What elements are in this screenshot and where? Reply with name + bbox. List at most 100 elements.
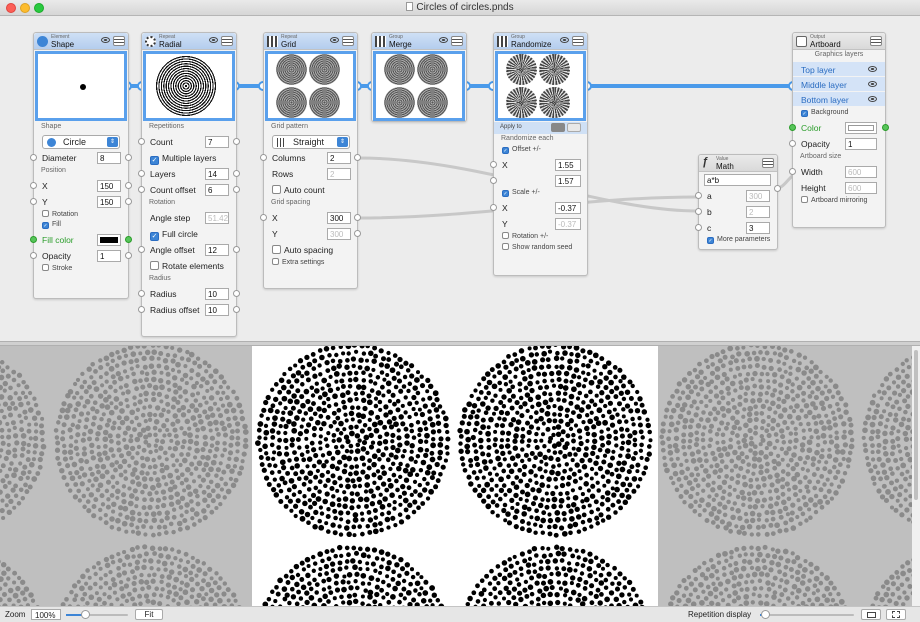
auto-count-checkbox[interactable]: Auto count — [272, 185, 325, 195]
math-node[interactable]: ƒ Value Math a*b a 300 b2 c3 ✓ More parame… — [695, 154, 781, 250]
port-in[interactable] — [30, 252, 37, 259]
count-input[interactable]: 7 — [205, 136, 229, 148]
eye-icon[interactable] — [868, 96, 877, 102]
artboard-mirroring-checkbox[interactable]: Artboard mirroring — [793, 196, 885, 207]
menu-icon[interactable] — [451, 36, 463, 46]
radius-offset-input[interactable]: 10 — [205, 304, 229, 316]
apply-to-groups-toggle[interactable] — [551, 123, 565, 132]
port-in[interactable] — [789, 140, 796, 147]
port-in[interactable] — [695, 192, 702, 199]
rotation-random-checkbox[interactable]: Rotation +/- — [494, 232, 587, 243]
merge-node[interactable]: Group Merge — [371, 32, 467, 122]
port-out[interactable] — [233, 138, 240, 145]
diameter-input[interactable]: 8 — [97, 152, 121, 164]
port-in[interactable] — [490, 177, 497, 184]
artboard-opacity-input[interactable]: 1 — [845, 138, 877, 150]
scale-checkbox[interactable]: ✓ Scale +/- — [494, 189, 587, 200]
c-input[interactable]: 3 — [746, 222, 770, 234]
auto-spacing-checkbox[interactable]: Auto spacing — [272, 245, 333, 255]
artboard-node-header[interactable]: Output Artboard — [793, 33, 885, 50]
port-in[interactable] — [260, 214, 267, 221]
eye-icon[interactable] — [330, 37, 339, 43]
extra-settings-checkbox[interactable]: Extra settings — [264, 258, 357, 269]
randomize-node[interactable]: Group Randomize Apply to Randomize each … — [490, 32, 588, 276]
port-in[interactable] — [138, 290, 145, 297]
port-in[interactable] — [30, 154, 37, 161]
eye-icon[interactable] — [560, 37, 569, 43]
radial-node-header[interactable]: Repeat Radial — [142, 33, 236, 50]
fit-button[interactable]: Fit — [135, 609, 163, 620]
radius-input[interactable]: 10 — [205, 288, 229, 300]
port-out[interactable] — [354, 214, 361, 221]
layer-middle[interactable]: Middle layer — [793, 77, 885, 92]
grid-pattern-select[interactable]: Straight ⇕ — [272, 135, 350, 149]
math-node-header[interactable]: ƒ Value Math — [699, 155, 777, 172]
grid-node[interactable]: Repeat Grid Grid pattern Straight ⇕ Colu… — [260, 32, 361, 289]
zoom-slider[interactable] — [66, 610, 128, 619]
port-out[interactable] — [354, 154, 361, 161]
stroke-checkbox[interactable]: Stroke — [34, 264, 128, 275]
eye-icon[interactable] — [868, 66, 877, 72]
port-out[interactable] — [125, 182, 132, 189]
grid-node-header[interactable]: Repeat Grid — [264, 33, 357, 50]
radial-node[interactable]: Repeat Radial Repetitions Count 7 ✓ Multip… — [138, 32, 240, 337]
port-in[interactable] — [490, 204, 497, 211]
shape-node[interactable]: Element Shape Shape Circle ⇕ Diameter 8 … — [30, 32, 132, 299]
vertical-scrollbar[interactable] — [912, 346, 920, 606]
port-in[interactable] — [695, 208, 702, 215]
menu-icon[interactable] — [342, 36, 354, 46]
port-out[interactable] — [125, 154, 132, 161]
full-circle-checkbox[interactable]: ✓ Full circle — [150, 229, 198, 241]
grid-x-input[interactable]: 300 — [327, 212, 351, 224]
x-input[interactable]: 150 — [97, 180, 121, 192]
port-in[interactable] — [138, 138, 145, 145]
bg-color-swatch[interactable] — [845, 122, 877, 134]
port-in[interactable] — [30, 182, 37, 189]
port-in[interactable] — [260, 154, 267, 161]
random-x-input[interactable]: 1.55 — [555, 159, 581, 171]
y-input[interactable]: 150 — [97, 196, 121, 208]
fullscreen-button[interactable] — [886, 609, 906, 620]
layer-bottom[interactable]: Bottom layer — [793, 92, 885, 107]
node-graph[interactable]: Element Shape Shape Circle ⇕ Diameter 8 … — [0, 16, 920, 341]
angle-step-input[interactable]: 51.42 — [205, 212, 229, 224]
zoom-window-button[interactable] — [34, 3, 44, 13]
rotate-elements-checkbox[interactable]: Rotate elements — [150, 261, 224, 271]
more-parameters-checkbox[interactable]: ✓ More parameters — [699, 236, 777, 247]
eye-icon[interactable] — [209, 37, 218, 43]
count-offset-input[interactable]: 6 — [205, 184, 229, 196]
random-seed-checkbox[interactable]: Show random seed — [494, 243, 587, 254]
columns-input[interactable]: 2 — [327, 152, 351, 164]
window-view-button[interactable] — [861, 609, 881, 620]
port-in[interactable] — [695, 224, 702, 231]
port-in[interactable] — [789, 168, 796, 175]
scale-x-input[interactable]: -0.37 — [555, 202, 581, 214]
port-out[interactable] — [233, 306, 240, 313]
port-out[interactable] — [125, 236, 132, 243]
repetition-slider[interactable] — [760, 610, 854, 619]
zoom-input[interactable]: 100% — [31, 609, 61, 620]
menu-icon[interactable] — [870, 36, 882, 46]
port-out[interactable] — [125, 252, 132, 259]
port-in[interactable] — [138, 186, 145, 193]
menu-icon[interactable] — [113, 36, 125, 46]
port-in[interactable] — [138, 246, 145, 253]
menu-icon[interactable] — [221, 36, 233, 46]
port-out[interactable] — [233, 290, 240, 297]
background-checkbox[interactable]: ✓ Background — [793, 107, 885, 120]
math-output-port[interactable] — [774, 185, 781, 192]
port-in[interactable] — [490, 161, 497, 168]
artboard-node[interactable]: Output Artboard Graphics layers Top laye… — [789, 32, 889, 228]
port-in[interactable] — [30, 198, 37, 205]
zoom-slider-knob[interactable] — [81, 610, 90, 619]
port-out[interactable] — [882, 124, 889, 131]
eye-icon[interactable] — [868, 81, 877, 87]
scrollbar-thumb[interactable] — [914, 350, 918, 500]
merge-node-header[interactable]: Group Merge — [372, 33, 466, 50]
port-out[interactable] — [125, 198, 132, 205]
randomize-node-header[interactable]: Group Randomize — [494, 33, 587, 50]
eye-icon[interactable] — [439, 37, 448, 43]
a-input[interactable]: 300 — [746, 190, 770, 202]
port-out[interactable] — [233, 246, 240, 253]
port-in[interactable] — [789, 124, 796, 131]
